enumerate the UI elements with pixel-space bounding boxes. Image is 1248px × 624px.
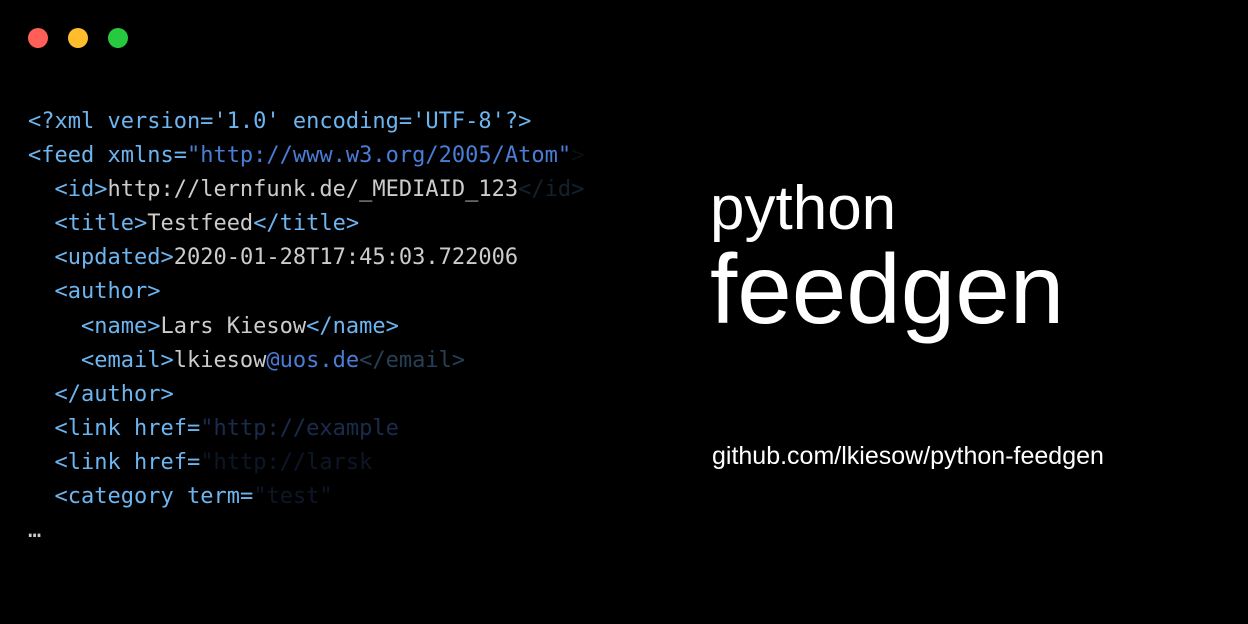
id-tag: <id> [55,177,108,202]
close-icon[interactable] [28,28,48,48]
project-title: python feedgen [710,178,1064,338]
author-close-tag: </author> [55,382,174,407]
maximize-icon[interactable] [108,28,128,48]
category-tag: <category [55,484,174,509]
minimize-icon[interactable] [68,28,88,48]
ellipsis: … [28,518,41,543]
name-tag: <name> [81,314,160,339]
title-language: python [710,178,1064,240]
author-open-tag: <author> [55,279,161,304]
title-tag: <title> [55,211,148,236]
updated-tag: <updated> [55,245,174,270]
window-traffic-lights [28,28,128,48]
email-tag: <email> [81,348,174,373]
xml-code-block: <?xml version='1.0' encoding='UTF-8'?> <… [28,105,584,548]
github-url: github.com/lkiesow/python-feedgen [712,442,1104,471]
xml-declaration: <?xml version='1.0' encoding='UTF-8'?> [28,109,531,134]
title-name: feedgen [710,240,1064,338]
link-tag: <link [55,450,121,475]
feed-open-tag: <feed [28,143,94,168]
link-tag: <link [55,416,121,441]
